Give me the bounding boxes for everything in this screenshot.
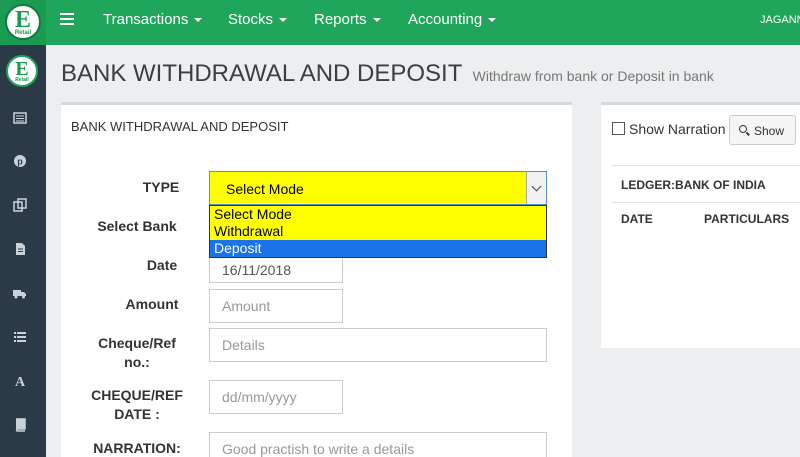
cheque-ref-label: Cheque/Ref no.: [77,334,197,372]
caret-down-icon [194,18,203,23]
brand-logo[interactable]: E Retail [5,4,41,40]
nav-reports-label: Reports [314,11,367,28]
page-title: BANK WITHDRAWAL AND DEPOSIT Withdraw fro… [61,60,714,88]
divider [612,202,800,203]
date-label: Date [146,257,178,273]
copy-icon[interactable] [13,198,27,212]
amount-input[interactable]: Amount [209,289,343,323]
list-ul-icon[interactable] [13,330,27,344]
narration-label: NARRATION: [93,440,181,456]
list-icon[interactable] [13,111,27,125]
sidebar-logo[interactable]: E Retail [6,55,38,87]
sidebar-logo-sub: Retail [15,77,29,83]
narration-input[interactable]: Good practish to write a details [209,432,547,457]
svg-text:p: p [17,157,23,167]
type-option-deposit[interactable]: Deposit [210,240,546,257]
file-icon[interactable] [13,242,27,256]
pinterest-icon[interactable]: p [13,154,27,168]
type-label: TYPE [142,179,180,195]
select-arrow[interactable] [526,172,546,204]
type-option-select-mode[interactable]: Select Mode [210,206,546,223]
caret-down-icon [279,18,288,23]
brand-logo-sub: Retail [14,30,32,36]
brand-area[interactable]: E Retail [0,0,46,45]
cheque-date-label-line1: CHEQUE/REF [91,387,183,403]
svg-text:A: A [15,375,26,388]
nav-transactions-label: Transactions [103,11,189,28]
cheque-ref-label-line1: Cheque/Ref [98,335,176,351]
nav-stocks[interactable]: Stocks [228,11,288,28]
type-dropdown-list: Select Mode Withdrawal Deposit [209,205,547,258]
cheque-date-input[interactable]: dd/mm/yyyy [209,380,343,414]
caret-down-icon [372,18,381,23]
font-icon[interactable]: A [13,374,27,390]
cheque-ref-label-line2: no.: [124,354,150,370]
cheque-date-label-line2: DATE : [114,406,160,422]
menu-toggle-icon[interactable] [60,13,74,27]
chevron-down-icon [531,181,542,192]
nav-stocks-label: Stocks [228,11,274,28]
nav-reports[interactable]: Reports [314,11,381,28]
column-header-date: DATE [621,212,653,226]
nav-accounting-label: Accounting [408,11,483,28]
show-narration-label[interactable]: Show Narration [629,121,726,137]
show-button[interactable]: Show [729,115,796,145]
type-select[interactable]: Select Mode [209,171,547,205]
type-option-withdrawal[interactable]: Withdrawal [210,223,546,240]
show-narration-checkbox[interactable] [612,122,625,135]
truck-icon[interactable] [13,286,27,300]
user-menu[interactable]: JAGANN [760,14,800,26]
book-icon[interactable] [13,418,27,432]
column-header-particulars: PARTICULARS [704,212,790,226]
top-navbar: E Retail Transactions Stocks Reports Acc… [0,0,800,45]
cheque-ref-input[interactable]: Details [209,328,547,362]
select-bank-label: Select Bank [97,218,177,234]
ledger-panel: Show Narration Show LEDGER:BANK OF INDIA… [601,102,800,348]
type-select-value: Select Mode [226,181,304,197]
amount-label: Amount [125,296,179,312]
sidebar: E Retail p A [0,45,46,457]
caret-down-icon [488,18,497,23]
ledger-title: LEDGER:BANK OF INDIA [621,178,766,192]
search-icon [739,125,747,133]
nav-accounting[interactable]: Accounting [408,11,497,28]
panel-title: BANK WITHDRAWAL AND DEPOSIT [71,119,289,134]
transaction-form-panel: BANK WITHDRAWAL AND DEPOSIT TYPE Select … [61,102,572,457]
page-subtitle: Withdraw from bank or Deposit in bank [472,68,714,84]
nav-transactions[interactable]: Transactions [103,11,203,28]
page-title-text: BANK WITHDRAWAL AND DEPOSIT [61,60,462,87]
show-button-label: Show [754,124,785,138]
divider [612,165,800,166]
cheque-date-label: CHEQUE/REF DATE : [77,386,197,424]
